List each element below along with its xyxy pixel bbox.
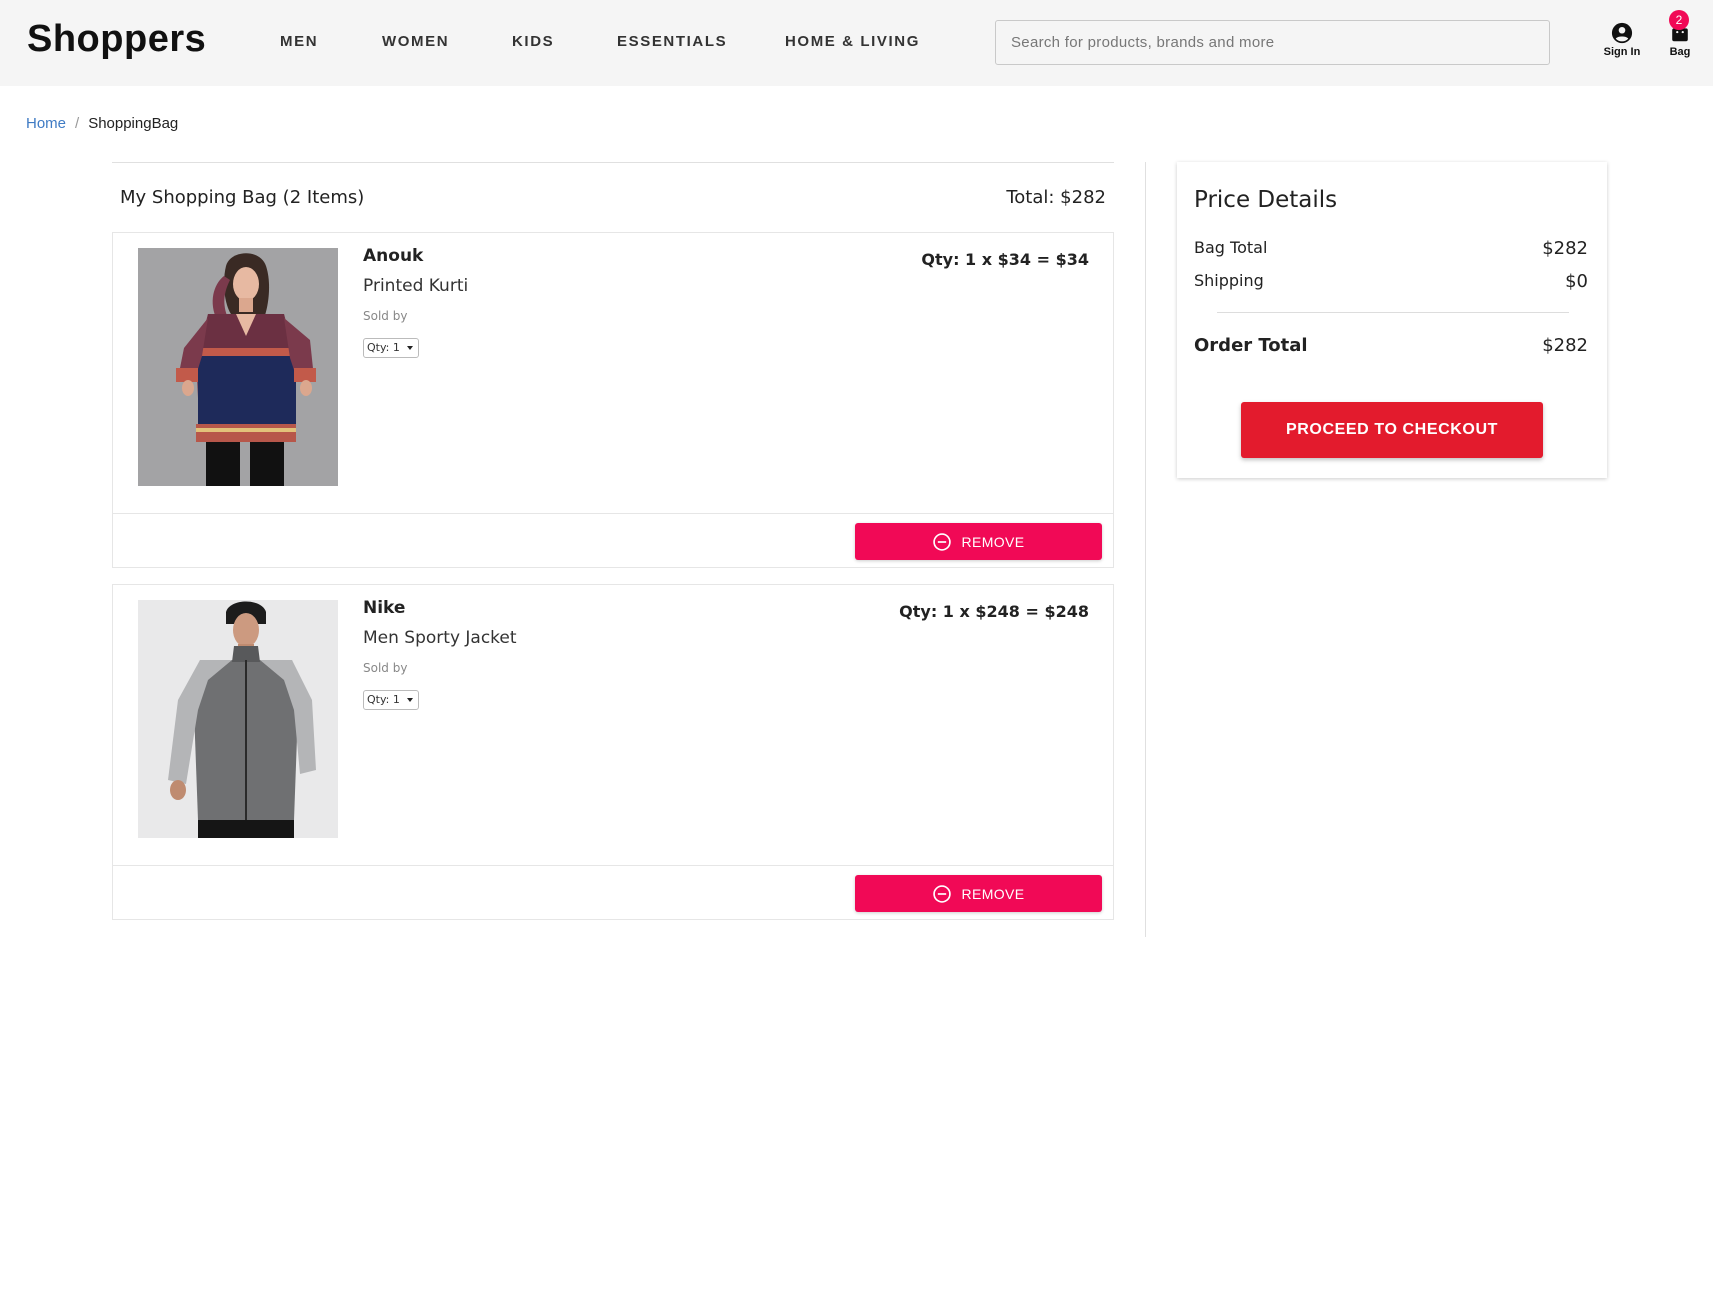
shopping-bag-panel: My Shopping Bag (2 Items) Total: $282 — [112, 162, 1114, 232]
price-details-card: Price Details Bag Total $282 Shipping $0… — [1177, 162, 1607, 478]
bag-button[interactable]: 2 Bag — [1655, 10, 1705, 58]
item-name[interactable]: Men Sporty Jacket — [363, 628, 517, 648]
breadcrumb: Home / ShoppingBag — [26, 115, 178, 132]
qty-select-value: Qty: 1 — [367, 693, 400, 706]
bag-total-value: $282 — [1542, 238, 1588, 259]
bag-title: My Shopping Bag (2 Items) — [120, 187, 365, 208]
qty-select-value: Qty: 1 — [367, 341, 400, 354]
qty-select[interactable]: Qty: 1 — [363, 690, 419, 710]
nav-kids[interactable]: KIDS — [512, 33, 554, 50]
product-image-kurti[interactable] — [138, 248, 338, 486]
bag-count-badge: 2 — [1669, 10, 1689, 30]
nav-essentials[interactable]: ESSENTIALS — [617, 33, 727, 50]
chevron-down-icon — [407, 346, 413, 350]
nav-women[interactable]: WOMEN — [382, 33, 449, 50]
order-total-row: Order Total $282 — [1194, 335, 1588, 356]
product-image-jacket[interactable] — [138, 600, 338, 838]
bag-total-label: Bag Total — [1194, 238, 1268, 257]
order-total-value: $282 — [1542, 335, 1588, 356]
remove-button[interactable]: REMOVE — [855, 523, 1102, 560]
item-name[interactable]: Printed Kurti — [363, 276, 468, 296]
item-brand[interactable]: Anouk — [363, 246, 423, 266]
item-sold-by: Sold by — [363, 309, 408, 323]
bag-item-footer: REMOVE — [113, 866, 1113, 919]
breadcrumb-separator: / — [75, 115, 80, 132]
bag-item-body: Anouk Printed Kurti Sold by Qty: 1 Qty: … — [113, 233, 1113, 514]
remove-button[interactable]: REMOVE — [855, 875, 1102, 912]
bag-item: Nike Men Sporty Jacket Sold by Qty: 1 Qt… — [112, 584, 1114, 920]
search-input[interactable] — [996, 21, 1549, 64]
qty-select[interactable]: Qty: 1 — [363, 338, 419, 358]
column-divider — [1145, 162, 1146, 937]
order-total-label: Order Total — [1194, 335, 1308, 356]
item-sold-by: Sold by — [363, 661, 408, 675]
bag-item-body: Nike Men Sporty Jacket Sold by Qty: 1 Qt… — [113, 585, 1113, 866]
nav-home-living[interactable]: HOME & LIVING — [785, 33, 920, 50]
remove-button-label: REMOVE — [961, 533, 1025, 550]
shipping-label: Shipping — [1194, 271, 1264, 290]
bag-total-row: Bag Total $282 — [1194, 238, 1588, 259]
proceed-to-checkout-button[interactable]: PROCEED TO CHECKOUT — [1241, 402, 1543, 458]
remove-circle-icon — [933, 884, 952, 903]
sign-in-label: Sign In — [1603, 46, 1641, 58]
breadcrumb-current: ShoppingBag — [88, 115, 179, 132]
chevron-down-icon — [407, 698, 413, 702]
price-divider — [1217, 312, 1569, 313]
remove-button-label: REMOVE — [961, 885, 1025, 902]
breadcrumb-home[interactable]: Home — [26, 115, 66, 132]
top-header: Shoppers MEN WOMEN KIDS ESSENTIALS HOME … — [0, 0, 1713, 86]
shipping-value: $0 — [1565, 271, 1588, 292]
sign-in-button[interactable]: Sign In — [1597, 22, 1647, 58]
search-box — [995, 20, 1550, 65]
item-price-line: Qty: 1 x $34 = $34 — [921, 250, 1089, 269]
site-logo[interactable]: Shoppers — [27, 18, 206, 61]
price-details-title: Price Details — [1194, 187, 1338, 213]
item-price-line: Qty: 1 x $248 = $248 — [899, 602, 1089, 621]
shipping-row: Shipping $0 — [1194, 271, 1588, 292]
account-circle-icon — [1611, 22, 1633, 44]
remove-circle-icon — [933, 532, 952, 551]
item-brand[interactable]: Nike — [363, 598, 405, 618]
bag-total: Total: $282 — [1006, 187, 1106, 208]
bag-item: Anouk Printed Kurti Sold by Qty: 1 Qty: … — [112, 232, 1114, 568]
bag-label: Bag — [1669, 46, 1691, 58]
bag-item-footer: REMOVE — [113, 514, 1113, 567]
bag-header: My Shopping Bag (2 Items) Total: $282 — [112, 162, 1114, 232]
nav-men[interactable]: MEN — [280, 33, 318, 50]
